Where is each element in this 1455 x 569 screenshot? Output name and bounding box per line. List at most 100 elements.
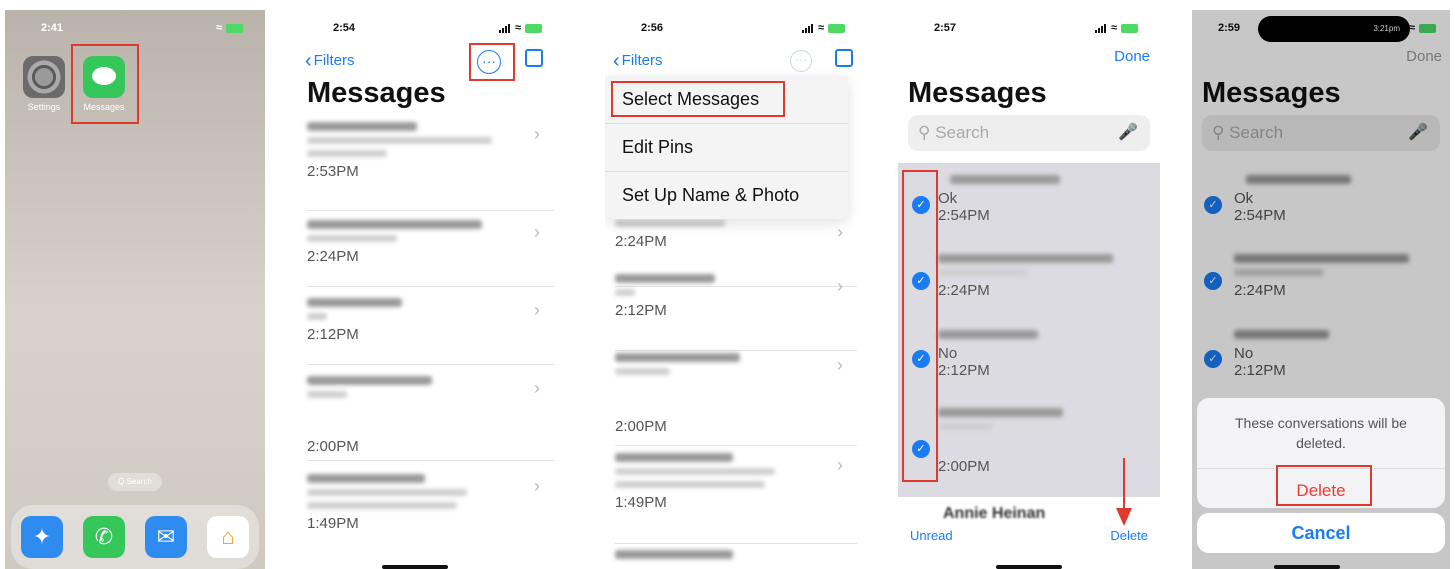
- conversation-row[interactable]: No 2:12PM: [938, 330, 1153, 379]
- unread-button[interactable]: Unread: [910, 528, 953, 543]
- chevron-right-icon: ›: [534, 300, 540, 320]
- search-input[interactable]: ⚲ Search 🎤: [908, 115, 1150, 151]
- chevron-left-icon: ‹: [305, 50, 312, 72]
- delete-button[interactable]: Delete: [1110, 528, 1148, 543]
- wifi-icon: ≈: [817, 22, 824, 34]
- row-time: 2:12PM: [615, 302, 667, 319]
- status-icons: ≈: [801, 22, 845, 34]
- status-bar: 2:41 ≈: [5, 22, 265, 36]
- chevron-right-icon: ›: [534, 378, 540, 398]
- home-indicator: [996, 565, 1062, 569]
- highlight-box: [1276, 465, 1372, 506]
- search-icon: ⚲: [918, 123, 931, 142]
- status-bar: 2:57 ≈: [898, 22, 1160, 36]
- battery-icon: [525, 23, 542, 33]
- highlight-box: [71, 44, 139, 124]
- signal-icon: [801, 23, 814, 33]
- row-time: 1:49PM: [307, 515, 359, 532]
- compose-icon[interactable]: [525, 49, 543, 67]
- dock: ✦ ✆ ✉ ⌂: [11, 505, 259, 569]
- home-screen-panel: 2:41 ≈ Settings Messages Q Search ✦ ✆ ✉ …: [5, 10, 265, 569]
- battery-icon: [226, 23, 243, 33]
- wifi-icon: ≈: [1110, 22, 1117, 34]
- conversation-row[interactable]: 2:24PM ›: [307, 220, 554, 287]
- chevron-right-icon: ›: [534, 124, 540, 144]
- wifi-icon: ≈: [514, 22, 521, 34]
- home-icon[interactable]: ⌂: [207, 516, 249, 558]
- chevron-right-icon: ›: [837, 222, 843, 242]
- row-time: 1:49PM: [615, 494, 667, 511]
- status-bar: 2:56 ≈: [605, 22, 867, 36]
- arrow-down-icon: [1116, 458, 1132, 526]
- compass-icon[interactable]: ✦: [21, 516, 63, 558]
- filters-back-button[interactable]: ‹ Filters: [613, 48, 663, 72]
- settings-app-label: Settings: [27, 102, 61, 112]
- home-search-pill[interactable]: Q Search: [108, 473, 162, 491]
- row-time: 2:00PM: [307, 438, 359, 455]
- conversation-row[interactable]: Ok 2:54PM: [938, 175, 1153, 224]
- messages-menu-panel: 2:56 ≈ ‹ Filters ··· 2:24PM › 2:12PM › 2:…: [605, 10, 867, 569]
- confirm-delete-panel: 3:21pm 2:59 ≈ Done Messages ⚲ Search 🎤 O…: [1192, 10, 1450, 569]
- conversation-row[interactable]: 2:00PM ›: [307, 376, 554, 461]
- compose-icon[interactable]: [835, 49, 853, 67]
- chevron-right-icon: ›: [837, 276, 843, 296]
- highlight-box: [611, 81, 785, 117]
- cancel-button[interactable]: Cancel: [1197, 513, 1445, 553]
- status-icons: ≈: [498, 22, 542, 34]
- gear-icon: [23, 56, 65, 98]
- chevron-right-icon: ›: [837, 455, 843, 475]
- chevron-right-icon: ›: [534, 222, 540, 242]
- select-messages-panel: 2:57 ≈ Done Messages ⚲ Search 🎤 Ok 2:54P…: [898, 10, 1160, 569]
- status-bar: 2:54 ≈: [297, 22, 564, 36]
- row-time: 2:24PM: [307, 248, 359, 265]
- signal-icon: [1094, 23, 1107, 33]
- status-time: 2:56: [641, 22, 664, 34]
- mail-icon[interactable]: ✉: [145, 516, 187, 558]
- home-indicator: [1274, 565, 1340, 569]
- row-time: 2:12PM: [938, 362, 990, 379]
- row-time: 2:24PM: [938, 282, 990, 299]
- conversation-row[interactable]: 2:12PM ›: [615, 274, 857, 351]
- conversation-row[interactable]: 2:53PM ›: [307, 122, 554, 211]
- row-snippet: Ok: [938, 190, 958, 207]
- status-icons: ≈: [1094, 22, 1138, 34]
- menu-item-edit-pins[interactable]: Edit Pins: [605, 124, 848, 172]
- page-title: Messages: [908, 77, 1047, 109]
- row-time: 2:00PM: [615, 418, 667, 435]
- conversation-row[interactable]: [615, 550, 857, 569]
- search-placeholder: Search: [935, 123, 990, 142]
- filters-label: Filters: [313, 52, 355, 69]
- alert-message: These conversations will be deleted.: [1235, 415, 1407, 451]
- chevron-left-icon: ‹: [613, 50, 620, 72]
- microphone-icon[interactable]: 🎤: [1118, 115, 1138, 151]
- filters-label: Filters: [621, 52, 663, 69]
- conversation-row[interactable]: 2:00PM ›: [615, 353, 857, 446]
- more-options-icon[interactable]: ···: [790, 50, 812, 72]
- menu-item-set-up-name-photo[interactable]: Set Up Name & Photo: [605, 172, 848, 219]
- status-time: 2:41: [41, 22, 64, 34]
- filters-back-button[interactable]: ‹ Filters: [305, 48, 355, 72]
- row-time: 2:24PM: [615, 233, 667, 250]
- battery-icon: [828, 23, 845, 33]
- row-time: 2:54PM: [938, 207, 990, 224]
- chevron-right-icon: ›: [837, 355, 843, 375]
- done-button[interactable]: Done: [1114, 48, 1150, 65]
- conversation-row[interactable]: 1:49PM ›: [615, 453, 857, 544]
- status-time: 2:57: [934, 22, 957, 34]
- messages-list-panel: 2:54 ≈ ‹ Filters ··· Messages 2:53PM › 2:…: [297, 10, 564, 569]
- battery-icon: [1121, 23, 1138, 33]
- home-indicator: [382, 565, 448, 569]
- row-time: 2:53PM: [307, 163, 359, 180]
- chevron-right-icon: ›: [534, 476, 540, 496]
- partial-conversation-name: Annie Heinan: [943, 505, 1046, 522]
- signal-icon: [498, 23, 511, 33]
- highlight-box: [469, 43, 515, 81]
- status-icons: ≈: [216, 22, 243, 34]
- conversation-row[interactable]: 2:24PM: [938, 254, 1153, 299]
- conversation-row[interactable]: 1:49PM ›: [307, 474, 554, 564]
- conversation-row[interactable]: 2:12PM ›: [307, 298, 554, 365]
- page-title: Messages: [307, 77, 446, 109]
- status-time: 2:54: [333, 22, 356, 34]
- phone-icon[interactable]: ✆: [83, 516, 125, 558]
- settings-app[interactable]: Settings: [21, 56, 67, 112]
